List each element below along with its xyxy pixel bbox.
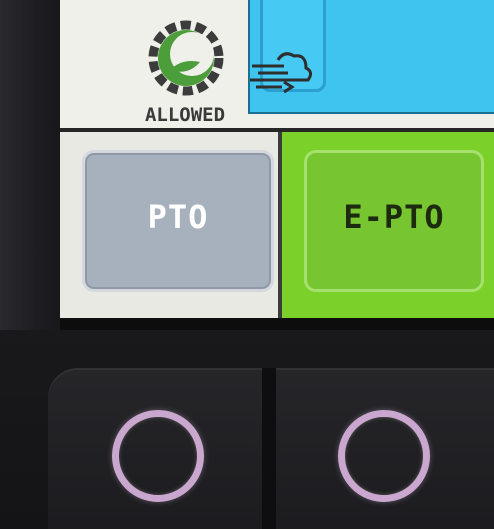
- allowed-label: ALLOWED: [144, 104, 226, 126]
- screen-edge: [60, 318, 494, 330]
- ring-led-icon: [112, 410, 204, 502]
- divider: [278, 132, 282, 318]
- ring-led-icon: [338, 410, 430, 502]
- epto-button-label: E-PTO: [343, 198, 445, 236]
- cloud-airflow-icon: [250, 52, 313, 94]
- pto-button-label: PTO: [147, 198, 209, 236]
- gear-leaf-icon: [148, 20, 224, 96]
- display-screen: ALLOWED PTO E-PTO: [60, 0, 494, 318]
- key-gap: [262, 368, 276, 529]
